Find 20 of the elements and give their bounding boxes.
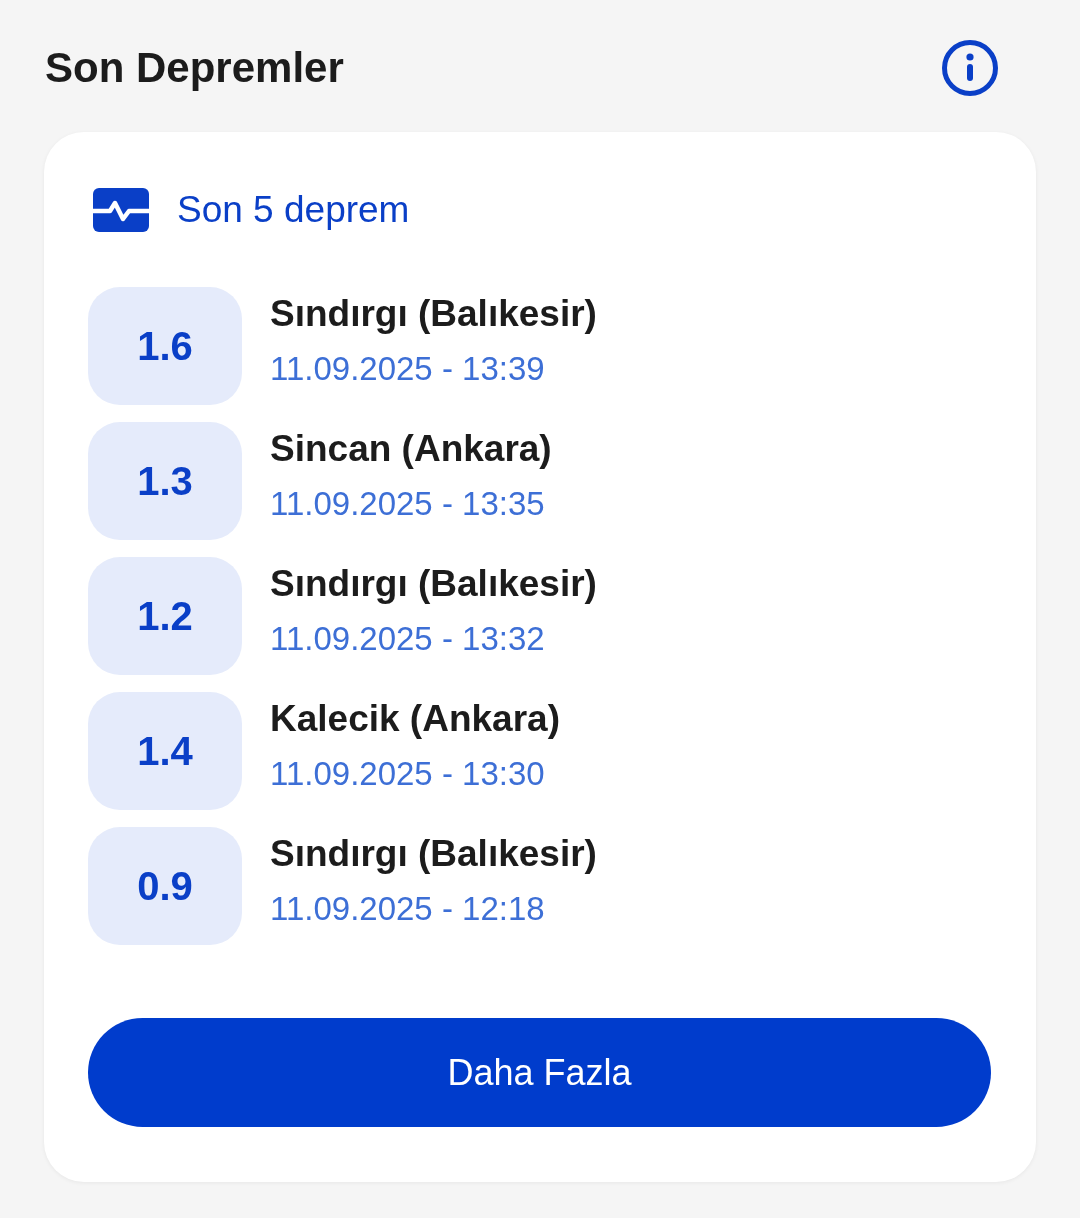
magnitude-badge: 1.3 bbox=[88, 422, 242, 540]
location-text: Sındırgı (Balıkesir) bbox=[270, 562, 597, 606]
magnitude-badge: 1.6 bbox=[88, 287, 242, 405]
date-time-text: 11.09.2025 - 13:30 bbox=[270, 754, 546, 794]
more-button[interactable]: Daha Fazla bbox=[88, 1018, 991, 1127]
date-time-text: 11.09.2025 - 13:32 bbox=[270, 619, 546, 659]
date-time-text: 11.09.2025 - 13:39 bbox=[270, 349, 546, 389]
magnitude-badge: 0.9 bbox=[88, 827, 242, 945]
magnitude-badge: 1.4 bbox=[88, 692, 242, 810]
page-title: Son Depremler bbox=[45, 43, 344, 93]
location-text: Sındırgı (Balıkesir) bbox=[270, 292, 597, 336]
date-time-text: 11.09.2025 - 12:18 bbox=[270, 889, 546, 929]
card-heading: Son 5 deprem bbox=[177, 188, 410, 232]
location-text: Sincan (Ankara) bbox=[270, 427, 552, 471]
location-text: Sındırgı (Balıkesir) bbox=[270, 832, 597, 876]
date-time-text: 11.09.2025 - 13:35 bbox=[270, 484, 546, 524]
info-icon[interactable] bbox=[942, 40, 998, 96]
magnitude-badge: 1.2 bbox=[88, 557, 242, 675]
pulse-icon bbox=[93, 188, 149, 232]
location-text: Kalecik (Ankara) bbox=[270, 697, 560, 741]
